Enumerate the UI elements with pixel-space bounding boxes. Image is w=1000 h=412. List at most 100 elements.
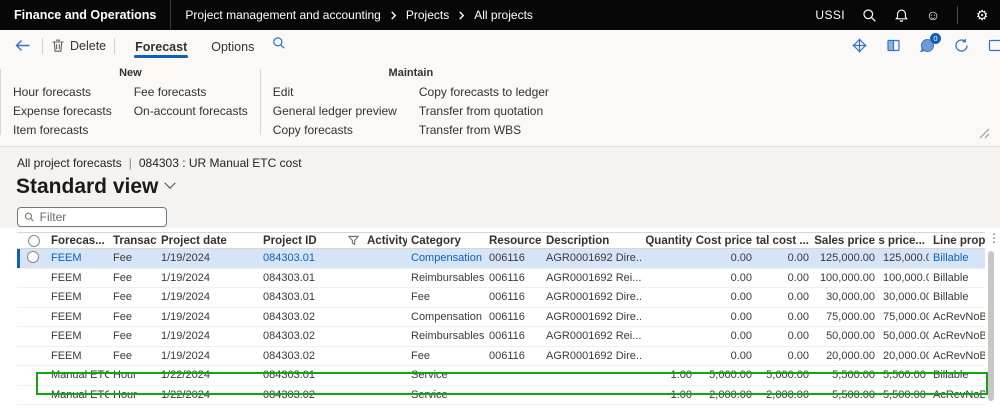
- cell-line_property[interactable]: AcRevNoBil: [929, 330, 985, 342]
- menu-item-item-forecasts[interactable]: Item forecasts: [13, 121, 112, 140]
- cell-line_property[interactable]: AcRevNoBil: [929, 311, 985, 323]
- column-header-sales_price2[interactable]: Sales price...: [879, 235, 929, 247]
- menu-item-on-account-forecasts[interactable]: On-account forecasts: [134, 102, 248, 121]
- menu-item-transfer-from-wbs[interactable]: Transfer from WBS: [419, 121, 549, 140]
- cell-project_id[interactable]: 084303.02: [259, 311, 363, 323]
- menu-item-fee-forecasts[interactable]: Fee forecasts: [134, 83, 248, 102]
- tab-options[interactable]: Options: [210, 34, 255, 58]
- column-header-project_id[interactable]: Project ID: [259, 235, 363, 247]
- cell-category[interactable]: Fee: [407, 291, 485, 303]
- cell-total_cost: 5,000.00: [756, 369, 813, 381]
- cell-line_property[interactable]: AcRevNoBil: [929, 350, 985, 362]
- expand-view-icon[interactable]: [987, 37, 1000, 54]
- cell-forecast_model[interactable]: Manual ETC: [47, 389, 109, 401]
- cell-project_date: 1/19/2024: [157, 311, 259, 323]
- cell-description: AGR0001692 Rei...: [542, 272, 642, 284]
- settings-gear-icon[interactable]: ⚙: [974, 7, 990, 23]
- delete-button[interactable]: Delete: [51, 38, 106, 53]
- menu-item-general-ledger-preview[interactable]: General ledger preview: [273, 102, 397, 121]
- breadcrumb-item[interactable]: All projects: [474, 8, 533, 22]
- cell-project_id[interactable]: 084303.02: [259, 389, 363, 401]
- breadcrumb-item[interactable]: Projects: [406, 8, 449, 22]
- cell-sales_price: 5,500.00: [813, 389, 879, 401]
- cell-project_id[interactable]: 084303.01: [259, 369, 363, 381]
- column-header-quantity[interactable]: Quantity: [642, 235, 696, 247]
- cell-forecast_model[interactable]: FEEM: [47, 252, 109, 264]
- menu-item-copy-forecasts[interactable]: Copy forecasts: [273, 121, 397, 140]
- vertical-scrollbar[interactable]: [988, 251, 994, 401]
- filter-input[interactable]: [40, 210, 160, 224]
- cell-forecast_model[interactable]: Manual ETC: [47, 369, 109, 381]
- column-header-cost_price[interactable]: Cost price: [696, 235, 756, 247]
- cell-forecast_model[interactable]: FEEM: [47, 291, 109, 303]
- cell-forecast_model[interactable]: FEEM: [47, 272, 109, 284]
- back-button[interactable]: [10, 38, 34, 53]
- menu-item-copy-forecasts-to-ledger[interactable]: Copy forecasts to ledger: [419, 83, 549, 102]
- column-options-icon[interactable]: ⋮: [988, 231, 1000, 245]
- column-header-project_date[interactable]: Project date: [157, 235, 259, 247]
- menu-item-edit[interactable]: Edit: [273, 83, 397, 102]
- action-search-icon[interactable]: [272, 36, 286, 55]
- cell-category[interactable]: Service: [407, 369, 485, 381]
- cell-forecast_model[interactable]: FEEM: [47, 330, 109, 342]
- cell-line_property[interactable]: Billable: [929, 252, 985, 264]
- personalize-diamond-icon[interactable]: [851, 37, 868, 54]
- grid-row[interactable]: Manual ETCHour1/22/2024084303.01Service1…: [17, 366, 985, 386]
- cell-category[interactable]: Compensation: [407, 252, 485, 264]
- cell-line_property[interactable]: Billable: [929, 272, 985, 284]
- grid-row[interactable]: FEEMFee1/19/2024084303.02Compensation006…: [17, 308, 985, 328]
- cell-category[interactable]: Service: [407, 389, 485, 401]
- grid-row[interactable]: FEEMFee1/19/2024084303.01Compensation006…: [17, 249, 985, 269]
- grid-row[interactable]: FEEMFee1/19/2024084303.02Reimbursables00…: [17, 327, 985, 347]
- cell-project_id[interactable]: 084303.01: [259, 272, 363, 284]
- cell-category[interactable]: Fee: [407, 350, 485, 362]
- cell-sales_price: 5,500.00: [813, 369, 879, 381]
- cell-project_id[interactable]: 084303.01: [259, 291, 363, 303]
- cell-category[interactable]: Reimbursables: [407, 330, 485, 342]
- column-header-forecast_model[interactable]: Forecas...↑: [47, 235, 109, 247]
- column-header-sales_price[interactable]: Sales price: [813, 235, 879, 247]
- feedback-smiley-icon[interactable]: ☺: [925, 7, 941, 23]
- list-page-title[interactable]: All project forecasts: [17, 156, 122, 170]
- grid-row[interactable]: Manual ETCHour1/22/2024084303.02Service1…: [17, 386, 985, 406]
- refresh-icon[interactable]: [953, 37, 970, 54]
- column-header-category[interactable]: Category: [407, 235, 485, 247]
- messages-bubble-icon[interactable]: 0: [919, 37, 936, 54]
- column-header-transaction[interactable]: Transacti...: [109, 235, 157, 247]
- select-all-radio[interactable]: [28, 235, 40, 247]
- cell-line_property[interactable]: Billable: [929, 369, 985, 381]
- row-select-radio[interactable]: [27, 251, 39, 263]
- cell-line_property[interactable]: AcRevNoBil: [929, 389, 985, 401]
- column-filter-funnel-icon[interactable]: [348, 235, 359, 246]
- view-selector[interactable]: Standard view: [0, 170, 1000, 199]
- cell-project_id[interactable]: 084303.02: [259, 350, 363, 362]
- column-header-activity[interactable]: Activity ...: [363, 235, 407, 247]
- open-in-office-icon[interactable]: [885, 37, 902, 54]
- cell-project_id[interactable]: 084303.01: [259, 252, 363, 264]
- resize-handle-icon[interactable]: [979, 126, 990, 144]
- app-name[interactable]: Finance and Operations: [0, 8, 170, 22]
- search-icon[interactable]: [861, 7, 877, 23]
- cell-project_id[interactable]: 084303.02: [259, 330, 363, 342]
- cell-category[interactable]: Reimbursables: [407, 272, 485, 284]
- menu-item-expense-forecasts[interactable]: Expense forecasts: [13, 102, 112, 121]
- column-header-resource[interactable]: Resource: [485, 235, 542, 247]
- grid-row[interactable]: FEEMFee1/19/2024084303.01Fee006116AGR000…: [17, 288, 985, 308]
- environment-button[interactable]: USSI: [815, 8, 845, 22]
- column-header-total_cost[interactable]: Total cost ...: [756, 235, 813, 247]
- select-all-header[interactable]: [17, 235, 47, 247]
- grid-row[interactable]: FEEMFee1/19/2024084303.02Fee006116AGR000…: [17, 347, 985, 367]
- column-header-description[interactable]: Description: [542, 235, 642, 247]
- cell-forecast_model[interactable]: FEEM: [47, 311, 109, 323]
- cell-line_property[interactable]: Billable: [929, 291, 985, 303]
- grid-row[interactable]: FEEMFee1/19/2024084303.01Reimbursables00…: [17, 269, 985, 289]
- menu-item-transfer-from-quotation[interactable]: Transfer from quotation: [419, 102, 549, 121]
- column-header-line_property[interactable]: Line properti: [929, 235, 985, 247]
- cell-category[interactable]: Compensation: [407, 311, 485, 323]
- notifications-bell-icon[interactable]: [893, 7, 909, 23]
- tab-forecast[interactable]: Forecast: [134, 34, 188, 58]
- cell-forecast_model[interactable]: FEEM: [47, 350, 109, 362]
- cell-transaction: Hour: [109, 389, 157, 401]
- breadcrumb-item[interactable]: Project management and accounting: [185, 8, 380, 22]
- menu-item-hour-forecasts[interactable]: Hour forecasts: [13, 83, 112, 102]
